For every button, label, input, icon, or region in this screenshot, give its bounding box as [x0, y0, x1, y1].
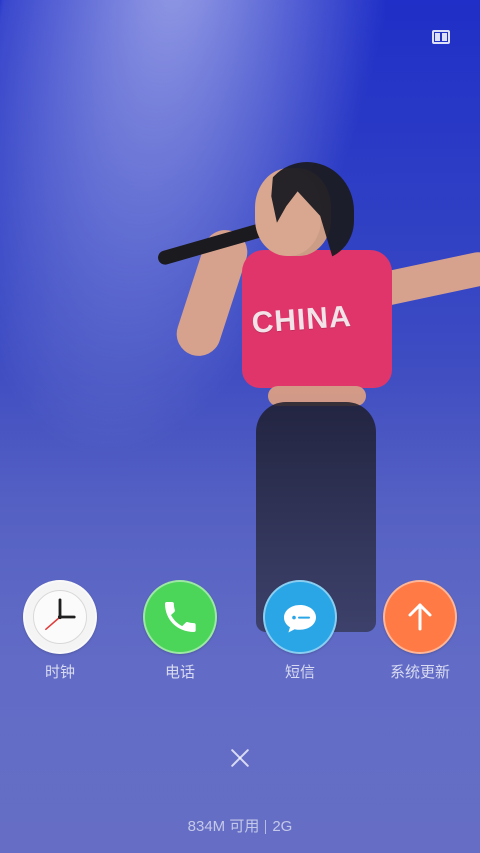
- sms-icon: [263, 580, 337, 654]
- recent-app-clock[interactable]: 时钟: [20, 580, 100, 682]
- layout-bar: [435, 33, 440, 41]
- arrow-up-icon: [383, 580, 457, 654]
- layout-bar: [442, 33, 447, 41]
- status-separator: [265, 820, 267, 835]
- clock-icon: [23, 580, 97, 654]
- app-label: 短信: [284, 664, 315, 681]
- recent-app-sms[interactable]: 短信: [260, 580, 340, 682]
- app-label: 系统更新: [389, 664, 450, 681]
- recent-apps-row: 时钟 电话 短信 系统更新: [0, 580, 480, 690]
- memory-status: 834M 可用 2G: [0, 815, 480, 836]
- arrow-up-glyph: [408, 603, 432, 631]
- app-label: 电话: [164, 664, 195, 681]
- recent-app-phone[interactable]: 电话: [140, 580, 220, 682]
- phone-icon: [143, 580, 217, 654]
- phone-glyph: [165, 602, 196, 632]
- network-type: 2G: [272, 818, 293, 835]
- recent-app-system-update[interactable]: 系统更新: [380, 580, 460, 682]
- recent-apps-layout-icon[interactable]: [432, 30, 450, 44]
- wallpaper: CHINA: [0, 0, 480, 853]
- close-icon[interactable]: [228, 746, 252, 770]
- app-label: 时钟: [44, 664, 75, 681]
- clock-face: [33, 590, 87, 644]
- memory-available: 834M 可用: [187, 818, 260, 835]
- sms-glyph: [284, 605, 316, 633]
